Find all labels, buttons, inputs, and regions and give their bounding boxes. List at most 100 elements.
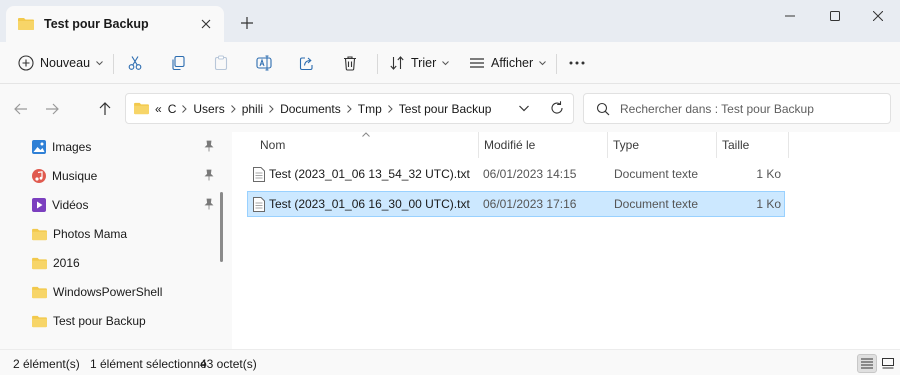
chevron-right-icon [230, 104, 236, 113]
sidebar-item-label: WindowsPowerShell [53, 285, 163, 299]
maximize-button[interactable] [813, 0, 857, 32]
folder-icon [32, 257, 47, 270]
details-view-button[interactable] [857, 354, 877, 373]
tiles-view-button[interactable] [878, 354, 898, 373]
column-header-modified[interactable]: Modifié le [484, 132, 535, 158]
sidebar-item-label: Photos Mama [53, 227, 128, 241]
chevron-right-icon [182, 104, 188, 113]
column-divider[interactable] [716, 132, 717, 158]
copy-button[interactable] [170, 50, 186, 76]
delete-button[interactable] [342, 50, 358, 76]
tab-test-pour-backup[interactable]: Test pour Backup [6, 6, 224, 42]
new-tab-button[interactable] [236, 12, 258, 34]
column-header-label: Taille [722, 138, 750, 152]
table-row[interactable]: Test (2023_01_06 13_54_32 UTC).txt 06/01… [247, 162, 785, 188]
column-divider[interactable] [788, 132, 789, 158]
column-header-size[interactable]: Taille [722, 132, 749, 158]
chevron-right-icon [346, 104, 352, 113]
breadcrumb-test-pour-backup[interactable]: Test pour Backup [399, 102, 492, 116]
refresh-icon[interactable] [549, 100, 565, 116]
address-dropdown-icon[interactable] [517, 101, 531, 115]
table-row-selected[interactable]: Test (2023_01_06 16_30_00 UTC).txt 06/01… [247, 191, 785, 217]
column-divider[interactable] [478, 132, 479, 158]
sidebar-item-photos-mama[interactable]: Photos Mama [0, 221, 216, 247]
address-row: « C Users phili Documents Tmp Test pour … [0, 84, 900, 132]
close-window-button[interactable] [856, 0, 900, 32]
forward-button[interactable] [41, 98, 63, 120]
file-type: Document texte [614, 167, 699, 181]
navigation-pane: Images Musique Vidéos Photos Mama 2016 W… [0, 132, 232, 349]
column-header-name[interactable]: Nom [260, 132, 285, 158]
file-modified: 06/01/2023 17:16 [483, 197, 577, 211]
search-icon [596, 102, 610, 116]
chevron-down-icon [539, 60, 547, 66]
breadcrumb-users[interactable]: Users [193, 102, 224, 116]
column-header-label: Type [613, 138, 640, 152]
rename-button[interactable] [256, 50, 272, 76]
clipboard-icon [213, 55, 229, 71]
sidebar-item-label: Vidéos [52, 198, 89, 212]
title-bar: Test pour Backup [0, 0, 900, 42]
sidebar-item-label: 2016 [53, 256, 80, 270]
share-button[interactable] [299, 50, 315, 76]
file-size: 1 Ko [756, 197, 781, 211]
sort-button[interactable]: Trier [389, 50, 450, 76]
folder-icon [32, 315, 47, 328]
sidebar-item-videos[interactable]: Vidéos [0, 192, 216, 218]
search-input[interactable]: Rechercher dans : Test pour Backup [583, 93, 891, 124]
tiles-view-icon [882, 358, 894, 369]
chevron-down-icon [442, 60, 450, 66]
close-tab-icon[interactable] [196, 14, 216, 34]
breadcrumb-c[interactable]: C [168, 102, 177, 116]
column-divider[interactable] [607, 132, 608, 158]
new-label: Nouveau [40, 56, 91, 70]
tab-title: Test pour Backup [44, 17, 149, 31]
sidebar-item-images[interactable]: Images [0, 134, 216, 160]
sort-ascending-icon [362, 132, 370, 137]
trash-icon [342, 55, 358, 71]
cut-button[interactable] [127, 50, 143, 76]
chevron-right-icon [269, 104, 274, 113]
minimize-button[interactable] [768, 0, 812, 32]
sidebar-item-label: Images [52, 140, 92, 154]
paste-button[interactable] [213, 50, 229, 76]
file-modified: 06/01/2023 14:15 [483, 167, 577, 181]
up-button[interactable] [94, 98, 116, 120]
column-header-type[interactable]: Type [613, 132, 639, 158]
new-button[interactable]: Nouveau [18, 50, 103, 76]
selection-count: 1 élément sélectionné [90, 357, 207, 371]
back-button[interactable] [10, 98, 32, 120]
breadcrumb-phili[interactable]: phili [242, 102, 263, 116]
file-size: 1 Ko [756, 167, 781, 181]
breadcrumb-tmp[interactable]: Tmp [358, 102, 382, 116]
sidebar-item-test-pour-backup[interactable]: Test pour Backup [0, 308, 216, 334]
sidebar-scrollbar[interactable] [220, 192, 223, 262]
sidebar-item-music[interactable]: Musique [0, 163, 216, 189]
view-label: Afficher [491, 56, 534, 70]
status-bar: 2 élément(s) 1 élément sélectionné 43 oc… [0, 349, 900, 375]
breadcrumb-documents[interactable]: Documents [280, 102, 341, 116]
file-name: Test (2023_01_06 16_30_00 UTC).txt [269, 197, 470, 211]
file-list: Nom Modifié le Type Taille Test (2023_01… [232, 132, 900, 349]
file-type: Document texte [614, 197, 699, 211]
folder-icon [32, 286, 47, 299]
more-options-button[interactable] [568, 50, 586, 76]
sort-label: Trier [411, 56, 437, 70]
music-icon [32, 169, 46, 183]
selection-size: 43 octet(s) [200, 357, 257, 371]
column-header-label: Nom [260, 138, 286, 152]
sidebar-item-windowspowershell[interactable]: WindowsPowerShell [0, 279, 216, 305]
folder-icon [18, 17, 34, 31]
view-button[interactable]: Afficher [469, 50, 547, 76]
file-name: Test (2023_01_06 13_54_32 UTC).txt [269, 167, 470, 181]
address-bar[interactable]: « C Users phili Documents Tmp Test pour … [125, 93, 574, 124]
search-placeholder: Rechercher dans : Test pour Backup [620, 101, 814, 116]
details-view-icon [861, 358, 873, 369]
overflow-chevron-icon[interactable]: « [155, 102, 162, 116]
view-lines-icon [469, 55, 485, 71]
sidebar-item-label: Musique [52, 169, 98, 183]
sidebar-item-2016[interactable]: 2016 [0, 250, 216, 276]
folder-icon [134, 102, 149, 115]
chevron-right-icon [387, 104, 393, 113]
sidebar-item-label: Test pour Backup [53, 314, 146, 328]
